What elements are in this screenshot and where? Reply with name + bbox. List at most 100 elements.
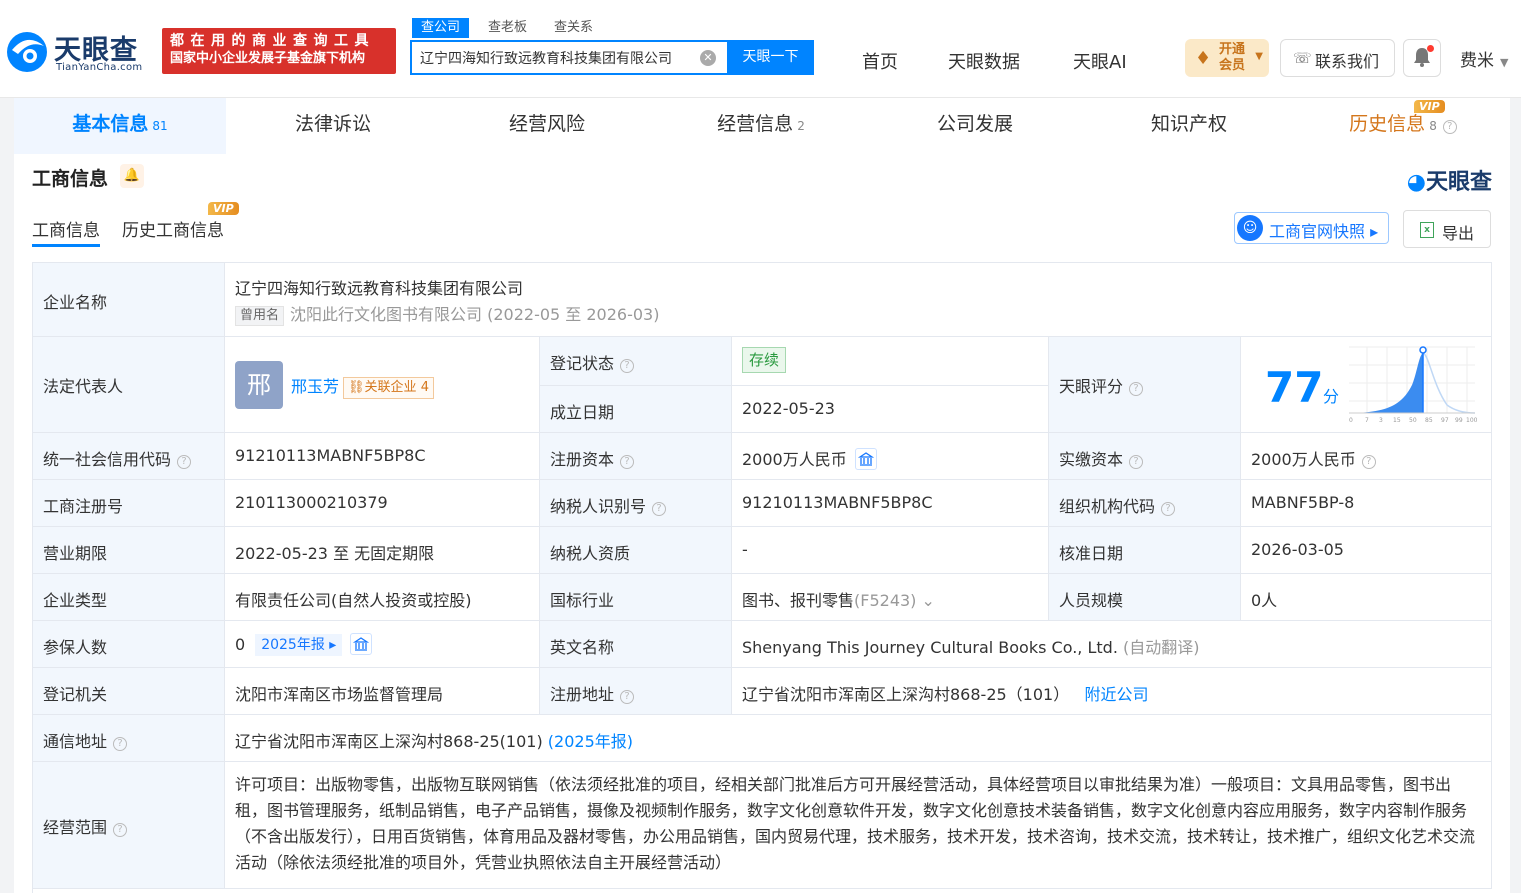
search-tab-boss[interactable]: 查老板 (488, 18, 527, 38)
user-menu[interactable]: 费米 ▼ (1460, 46, 1508, 71)
value-cell: 许可项目：出版物零售，出版物互联网销售（依法须经批准的项目，经相关部门批准后方可… (225, 762, 1492, 889)
bank-chart-icon[interactable] (854, 448, 877, 470)
label-cell: 营业期限 (33, 527, 225, 574)
promo-banner[interactable]: 都在用的商业查询工具 国家中小企业发展子基金旗下机构 (162, 28, 396, 74)
tab-ip[interactable]: 知识产权 (1082, 98, 1296, 154)
value-cell: 0人 (1241, 574, 1492, 621)
tab-basic-info[interactable]: 基本信息 81 (14, 98, 226, 154)
authority: 沈阳市浑南区市场监督管理局 (235, 685, 444, 704)
tab-count: 8 (1429, 119, 1437, 133)
nav-ai[interactable]: 天眼AI (1073, 48, 1127, 74)
diamond-icon: ♦ (1195, 48, 1212, 69)
tab-risk[interactable]: 经营风险 (440, 98, 654, 154)
value-cell: 2000万人民币? (1241, 433, 1492, 480)
label-cell: 经营范围? (33, 762, 225, 889)
taxpayer-id-label: 纳税人识别号 (550, 497, 647, 516)
tick-label: 100 (1466, 417, 1477, 424)
term-label: 营业期限 (43, 544, 108, 563)
value-cell: 2022-05-23 (732, 386, 1049, 433)
reg-capital-label: 注册资本 (550, 450, 615, 469)
label-cell: 成立日期 (540, 386, 732, 433)
business-scope: 许可项目：出版物零售，出版物互联网销售（依法须经批准的项目，经相关部门批准后方可… (235, 775, 1476, 872)
search-tab-company[interactable]: 查公司 (412, 18, 470, 38)
notification-button[interactable] (1403, 39, 1441, 77)
related-icon: ⛓ (348, 380, 365, 395)
help-icon[interactable]: ? (1129, 382, 1144, 396)
help-icon[interactable]: ? (620, 359, 635, 373)
value-cell: 2026-03-05 (1241, 527, 1492, 574)
search-button[interactable]: 天眼一下 (727, 40, 814, 75)
open-vip-button[interactable]: ♦ 开通 会员 ▼ (1185, 39, 1269, 77)
tab-legal[interactable]: 法律诉讼 (226, 98, 440, 154)
excel-icon: x (1420, 222, 1434, 238)
search-input[interactable] (420, 47, 700, 69)
help-icon[interactable]: ? (1129, 455, 1144, 469)
score-distribution-chart: 0 7 3 15 50 85 97 99 100 (1349, 346, 1477, 424)
help-icon[interactable]: ? (620, 690, 635, 704)
help-icon[interactable]: ? (1361, 455, 1376, 469)
industry-label: 国标行业 (550, 591, 615, 610)
taxpayer-id: 91210113MABNF5BP8C (742, 493, 933, 512)
nearby-companies-link[interactable]: 附近公司 (1084, 685, 1148, 704)
label-cell: 核准日期 (1049, 527, 1241, 574)
value-cell: 辽宁四海知行致远教育科技集团有限公司 曾用名 沈阳此行文化图书有限公司 (2022… (225, 263, 1492, 337)
industry-dropdown[interactable]: 图书、报刊零售(F5243) ⌄ (742, 587, 935, 611)
reg-no: 210113000210379 (235, 493, 388, 512)
subtab-history-business-info[interactable]: 历史工商信息 (122, 216, 224, 241)
tick-label: 15 (1393, 417, 1401, 424)
address-label: 注册地址 (550, 685, 615, 704)
tab-history[interactable]: 历史信息 8? VIP (1296, 98, 1510, 154)
legal-rep-avatar[interactable]: 邢 (235, 361, 283, 409)
help-icon[interactable]: ? (1161, 502, 1176, 516)
score-label: 天眼评分 (1059, 377, 1124, 396)
tab-operation[interactable]: 经营信息 2 (654, 98, 868, 154)
tab-development[interactable]: 公司发展 (868, 98, 1082, 154)
business-info-panel: 工商信息 🔔 ◕天眼查 工商信息 历史工商信息 VIP ☺ 工商官网快照 ▸ x… (14, 154, 1510, 893)
subtab-business-info[interactable]: 工商信息 (32, 216, 100, 241)
nav-home[interactable]: 首页 (862, 48, 898, 74)
brand-text: 天眼查 (1425, 170, 1492, 195)
annual-report-link[interactable]: 2025年报 ▸ (255, 634, 343, 656)
label-cell: 纳税人资质 (540, 527, 732, 574)
company-name-label: 企业名称 (43, 293, 108, 312)
legal-rep-link[interactable]: 邢玉芳 (291, 377, 339, 396)
related-company-badge[interactable]: ⛓关联企业 4 (343, 377, 434, 399)
help-icon[interactable]: ? (177, 455, 192, 469)
bank-chart-icon[interactable] (350, 633, 373, 655)
value-cell: 辽宁省沈阳市浑南区上深沟村868-25(101) (2025年报) (225, 715, 1492, 762)
help-icon[interactable]: ? (652, 502, 667, 516)
export-button[interactable]: x 导出 (1403, 210, 1491, 248)
insured: 0 (235, 635, 246, 654)
clear-icon[interactable]: ✕ (700, 50, 716, 66)
score-cell[interactable]: 77 分 0 7 3 15 50 85 97 99 100 (1241, 337, 1492, 433)
address: 辽宁省沈阳市浑南区上深沟村868-25（101） (742, 685, 1070, 704)
label-cell: 组织机构代码? (1049, 480, 1241, 527)
label-cell: 登记机关 (33, 668, 225, 715)
chevron-down-icon: ▼ (1255, 51, 1263, 62)
label-cell: 国标行业 (540, 574, 732, 621)
label-cell: 参保人数 (33, 621, 225, 668)
logo[interactable]: 天眼查 TianYanCha.com (4, 28, 154, 78)
value-cell: 邢 邢玉芳 ⛓关联企业 4 (225, 337, 540, 433)
nav-data[interactable]: 天眼数据 (948, 48, 1020, 74)
label-cell: 通信地址? (33, 715, 225, 762)
value-cell: 图书、报刊零售(F5243) ⌄ (732, 574, 1049, 621)
label-cell: 人员规模 (1049, 574, 1241, 621)
official-snapshot-button[interactable]: ☺ 工商官网快照 ▸ (1234, 212, 1389, 244)
logo-subtext: TianYanCha.com (56, 62, 143, 73)
tab-count: 2 (797, 119, 805, 133)
value-cell: 2022-05-23 至 无固定期限 (225, 527, 540, 574)
help-icon[interactable]: ? (1442, 120, 1457, 134)
found-date-label: 成立日期 (550, 403, 615, 422)
help-icon[interactable]: ? (113, 737, 128, 751)
type-label: 企业类型 (43, 591, 108, 610)
label-cell: 统一社会信用代码? (33, 433, 225, 480)
contact-button[interactable]: ☏ 联系我们 (1280, 39, 1395, 77)
label-cell: 企业名称 (33, 263, 225, 337)
mail-year-link[interactable]: (2025年报) (548, 732, 633, 751)
label-cell: 实缴资本? (1049, 433, 1241, 480)
bell-icon[interactable]: 🔔 (120, 164, 144, 188)
help-icon[interactable]: ? (620, 455, 635, 469)
search-tab-relation[interactable]: 查关系 (554, 18, 593, 38)
help-icon[interactable]: ? (113, 823, 128, 837)
